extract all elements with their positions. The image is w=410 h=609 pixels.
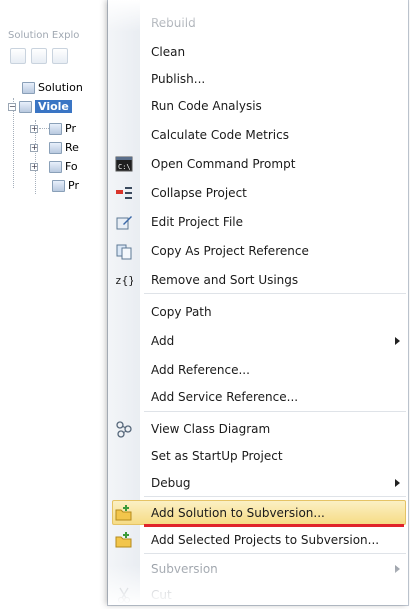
submenu-arrow-icon: [395, 564, 400, 573]
menu-item-copy-as-project-reference[interactable]: Copy As Project Reference: [108, 236, 408, 265]
collapse-icon[interactable]: −: [8, 102, 16, 111]
menu-separator: [144, 411, 406, 412]
csharp-file-icon: [52, 179, 65, 192]
tree-node-solution[interactable]: Solution: [22, 81, 83, 94]
tree-node-child-label: Pr: [68, 179, 79, 192]
class-diagram-icon: [115, 420, 133, 438]
copy-reference-icon: [115, 242, 133, 260]
tree-node-child[interactable]: + Pr: [30, 122, 76, 135]
references-icon: [49, 141, 62, 154]
tree-node-child[interactable]: + Re: [30, 141, 79, 154]
expand-icon[interactable]: +: [30, 162, 38, 171]
tree-node-solution-label: Solution: [38, 81, 83, 94]
menu-item-view-class-diagram[interactable]: View Class Diagram: [108, 414, 408, 443]
submenu-arrow-icon: [395, 336, 400, 345]
menu-item-set-as-startup-project[interactable]: Set as StartUp Project: [108, 441, 408, 470]
menu-item-remove-and-sort-usings[interactable]: z{} Remove and Sort Usings: [108, 265, 408, 294]
properties-folder-icon: [49, 122, 62, 135]
tree-node-child-label: Fo: [65, 160, 78, 173]
subversion-folder-icon: [115, 531, 133, 549]
menu-item-debug[interactable]: Debug: [108, 468, 408, 497]
menu-item-add[interactable]: Add: [108, 326, 408, 355]
refresh-button[interactable]: [52, 48, 68, 64]
menu-item-calculate-code-metrics[interactable]: Calculate Code Metrics: [108, 120, 408, 149]
menu-item-open-command-prompt[interactable]: C:\ Open Command Prompt: [108, 149, 408, 178]
solution-explorer-toolbar: [10, 48, 68, 64]
csharp-project-icon: [19, 100, 32, 113]
properties-button[interactable]: [10, 48, 26, 64]
menu-item-add-solution-to-subversion[interactable]: Add Solution to Subversion...: [108, 498, 408, 527]
command-prompt-icon: C:\: [115, 155, 133, 173]
tree-node-child-label: Re: [65, 141, 79, 154]
menu-item-add-reference[interactable]: Add Reference...: [108, 355, 408, 384]
edit-file-icon: [115, 213, 133, 231]
menu-item-add-service-reference[interactable]: Add Service Reference...: [108, 382, 408, 411]
menu-item-collapse-project[interactable]: Collapse Project: [108, 178, 408, 207]
scissors-icon: [115, 586, 133, 604]
context-menu: Rebuild Clean Publish... Run Code Analys…: [108, 0, 408, 605]
menu-item-publish[interactable]: Publish...: [108, 64, 408, 93]
form-icon: [49, 160, 62, 173]
expand-icon[interactable]: +: [30, 143, 38, 152]
subversion-folder-icon: [115, 504, 133, 522]
tree-node-child[interactable]: + Fo: [30, 160, 78, 173]
menu-item-add-selected-projects-to-subversion[interactable]: Add Selected Projects to Subversion...: [108, 525, 408, 554]
show-all-files-button[interactable]: [31, 48, 47, 64]
menu-item-edit-project-file[interactable]: Edit Project File: [108, 207, 408, 236]
expand-icon[interactable]: +: [30, 124, 38, 133]
tree-node-child-label: Pr: [65, 122, 76, 135]
menu-item-rebuild[interactable]: Rebuild: [108, 8, 408, 37]
menu-item-run-code-analysis[interactable]: Run Code Analysis: [108, 91, 408, 120]
menu-item-copy-path[interactable]: Copy Path: [108, 297, 408, 326]
solution-icon: [22, 81, 35, 94]
solution-explorer-title: Solution Explo: [8, 30, 80, 41]
collapse-project-icon: [115, 184, 133, 202]
menu-item-clean[interactable]: Clean: [108, 37, 408, 66]
tree-node-project-label: Viole: [35, 100, 72, 113]
tree-node-child[interactable]: Pr: [52, 179, 79, 192]
svg-text:C:\: C:\: [118, 163, 131, 171]
tree-node-project[interactable]: − Viole: [8, 100, 72, 113]
menu-item-subversion[interactable]: Subversion: [108, 554, 408, 583]
sort-usings-icon: z{}: [115, 271, 135, 289]
submenu-arrow-icon: [395, 478, 400, 487]
svg-text:z{}: z{}: [115, 274, 133, 287]
